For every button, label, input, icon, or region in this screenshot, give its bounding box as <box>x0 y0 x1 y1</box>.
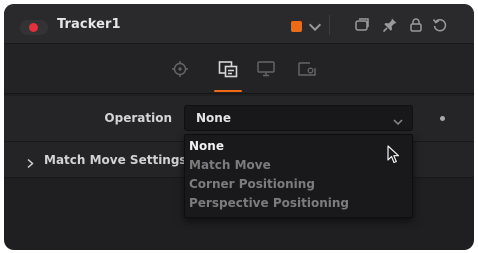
monitor-icon <box>257 61 275 77</box>
active-tab-indicator <box>214 90 242 92</box>
node-status-dot <box>29 23 38 32</box>
tab-display[interactable] <box>256 60 276 78</box>
reset-icon[interactable] <box>432 17 448 33</box>
target-icon <box>172 61 188 77</box>
keyframe-dot[interactable] <box>440 116 445 121</box>
color-picker-chevron-icon[interactable] <box>307 19 322 32</box>
match-move-settings-label: Match Move Settings <box>44 153 187 167</box>
tab-controls[interactable] <box>170 60 190 78</box>
mouse-cursor-icon <box>387 145 401 165</box>
operation-label: Operation <box>104 111 172 125</box>
operation-select-value: None <box>196 111 231 125</box>
tab-settings[interactable] <box>297 60 317 78</box>
expand-arrow-icon[interactable] <box>26 154 35 169</box>
dropdown-option-match-move[interactable]: Match Move <box>189 156 271 174</box>
lock-icon[interactable] <box>408 17 424 33</box>
inspector-tab-bar <box>4 44 474 94</box>
dropdown-option-corner-positioning[interactable]: Corner Positioning <box>189 175 315 193</box>
tab-operation[interactable] <box>218 60 238 78</box>
chevron-down-icon <box>392 113 404 126</box>
operation-icon <box>218 61 238 78</box>
tracker-inspector-panel: Tracker1 Operation None Match Move Setti… <box>4 4 474 250</box>
settings-icon <box>298 62 316 76</box>
node-enable-toggle[interactable] <box>20 20 48 35</box>
node-title: Tracker1 <box>57 17 121 32</box>
version-icon[interactable] <box>354 17 370 33</box>
titlebar-divider <box>329 15 330 35</box>
operation-dropdown-menu: None Match Move Corner Positioning Persp… <box>184 134 413 218</box>
pin-icon[interactable] <box>382 17 398 33</box>
operation-select[interactable]: None <box>184 105 413 131</box>
node-color-swatch[interactable] <box>291 21 302 32</box>
dropdown-option-none[interactable]: None <box>189 137 224 155</box>
node-titlebar: Tracker1 <box>4 4 474 44</box>
dropdown-option-perspective-positioning[interactable]: Perspective Positioning <box>189 194 349 212</box>
